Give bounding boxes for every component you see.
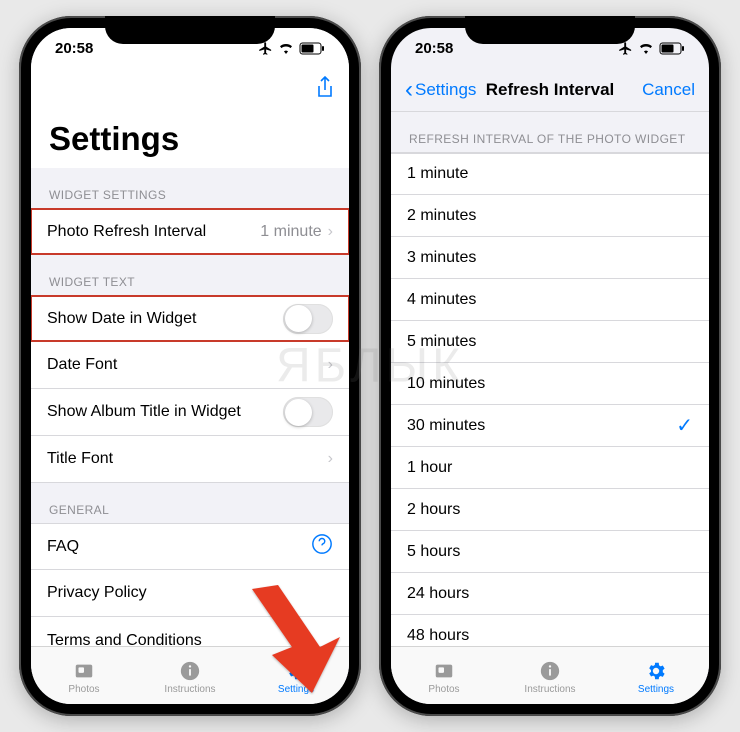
page-title: Settings [31, 112, 349, 168]
tab-label: Instructions [524, 684, 575, 695]
option-row[interactable]: 4 minutes [391, 279, 709, 321]
tab-settings[interactable]: Settings [603, 660, 709, 695]
photos-icon [72, 660, 96, 682]
clock: 20:58 [415, 40, 453, 57]
nav-title: Refresh Interval [485, 80, 615, 100]
clock: 20:58 [55, 40, 93, 57]
option-label: 1 hour [407, 459, 693, 477]
help-icon [311, 533, 333, 560]
tab-label: Settings [638, 684, 674, 695]
option-row[interactable]: 5 minutes [391, 321, 709, 363]
option-label: 48 hours [407, 627, 693, 645]
option-row[interactable]: 10 minutes [391, 363, 709, 405]
row-label: Show Album Title in Widget [47, 403, 283, 421]
option-row[interactable]: 24 hours [391, 573, 709, 615]
option-row[interactable]: 2 hours [391, 489, 709, 531]
option-row[interactable]: 3 minutes [391, 237, 709, 279]
row-show-album[interactable]: Show Album Title in Widget [31, 389, 349, 436]
option-row[interactable]: 30 minutes✓ [391, 405, 709, 447]
gear-icon [284, 660, 308, 682]
back-button[interactable]: ‹ Settings [405, 76, 485, 104]
row-photo-refresh[interactable]: Photo Refresh Interval 1 minute › [31, 208, 349, 255]
option-label: 5 minutes [407, 333, 693, 351]
gear-icon [644, 660, 668, 682]
notch [465, 16, 635, 44]
section-general: GENERAL [31, 483, 349, 523]
tab-photos[interactable]: Photos [31, 660, 137, 695]
tab-instructions[interactable]: Instructions [137, 660, 243, 695]
battery-icon [299, 42, 325, 55]
option-label: 1 minute [407, 165, 693, 183]
row-label: Terms and Conditions [47, 632, 333, 647]
tab-bar: Photos Instructions Settings [391, 646, 709, 704]
option-label: 4 minutes [407, 291, 693, 309]
option-label: 2 minutes [407, 207, 693, 225]
row-terms[interactable]: Terms and Conditions [31, 617, 349, 646]
row-label: Date Font [47, 356, 328, 374]
tab-label: Settings [278, 684, 314, 695]
section-refresh-interval: REFRESH INTERVAL OF THE PHOTO WIDGET [391, 112, 709, 152]
share-button[interactable] [315, 76, 335, 105]
battery-icon [659, 42, 685, 55]
chevron-right-icon: › [328, 223, 333, 241]
row-faq[interactable]: FAQ [31, 523, 349, 570]
option-row[interactable]: 5 hours [391, 531, 709, 573]
nav-bar [31, 68, 349, 112]
tab-label: Photos [428, 684, 459, 695]
photos-icon [432, 660, 456, 682]
row-title-font[interactable]: Title Font › [31, 436, 349, 483]
info-icon [538, 660, 562, 682]
nav-bar: ‹ Settings Refresh Interval Cancel [391, 68, 709, 112]
section-widget-settings: WIDGET SETTINGS [31, 168, 349, 208]
option-label: 30 minutes [407, 417, 676, 435]
option-label: 2 hours [407, 501, 693, 519]
option-label: 10 minutes [407, 375, 693, 393]
tab-photos[interactable]: Photos [391, 660, 497, 695]
share-icon [315, 76, 335, 100]
tab-label: Photos [68, 684, 99, 695]
tab-settings[interactable]: Settings [243, 660, 349, 695]
row-privacy[interactable]: Privacy Policy [31, 570, 349, 617]
toggle-show-album[interactable] [283, 397, 333, 427]
option-label: 5 hours [407, 543, 693, 561]
chevron-right-icon: › [328, 450, 333, 468]
section-widget-text: WIDGET TEXT [31, 255, 349, 295]
notch [105, 16, 275, 44]
phone-right: 20:58 ‹ Settings Refresh Interval Cancel… [379, 16, 721, 716]
tab-instructions[interactable]: Instructions [497, 660, 603, 695]
wifi-icon [278, 42, 294, 54]
tab-bar: Photos Instructions Settings [31, 646, 349, 704]
toggle-show-date[interactable] [283, 304, 333, 334]
tab-label: Instructions [164, 684, 215, 695]
option-row[interactable]: 2 minutes [391, 195, 709, 237]
row-label: Title Font [47, 450, 328, 468]
row-show-date[interactable]: Show Date in Widget [31, 295, 349, 342]
row-value: 1 minute [260, 223, 321, 241]
cancel-button[interactable]: Cancel [615, 80, 695, 100]
option-label: 3 minutes [407, 249, 693, 267]
phone-left: 20:58 Settings WIDGET SETTINGS Photo Ref… [19, 16, 361, 716]
checkmark-icon: ✓ [676, 413, 693, 438]
option-label: 24 hours [407, 585, 693, 603]
back-label: Settings [415, 80, 476, 100]
row-date-font[interactable]: Date Font › [31, 342, 349, 389]
row-label: Photo Refresh Interval [47, 223, 260, 241]
option-row[interactable]: 48 hours [391, 615, 709, 646]
option-row[interactable]: 1 minute [391, 153, 709, 195]
info-icon [178, 660, 202, 682]
wifi-icon [638, 42, 654, 54]
chevron-right-icon: › [328, 356, 333, 374]
row-label: Show Date in Widget [47, 310, 283, 328]
chevron-left-icon: ‹ [405, 76, 413, 104]
row-label: FAQ [47, 538, 311, 556]
option-row[interactable]: 1 hour [391, 447, 709, 489]
row-label: Privacy Policy [47, 584, 333, 602]
